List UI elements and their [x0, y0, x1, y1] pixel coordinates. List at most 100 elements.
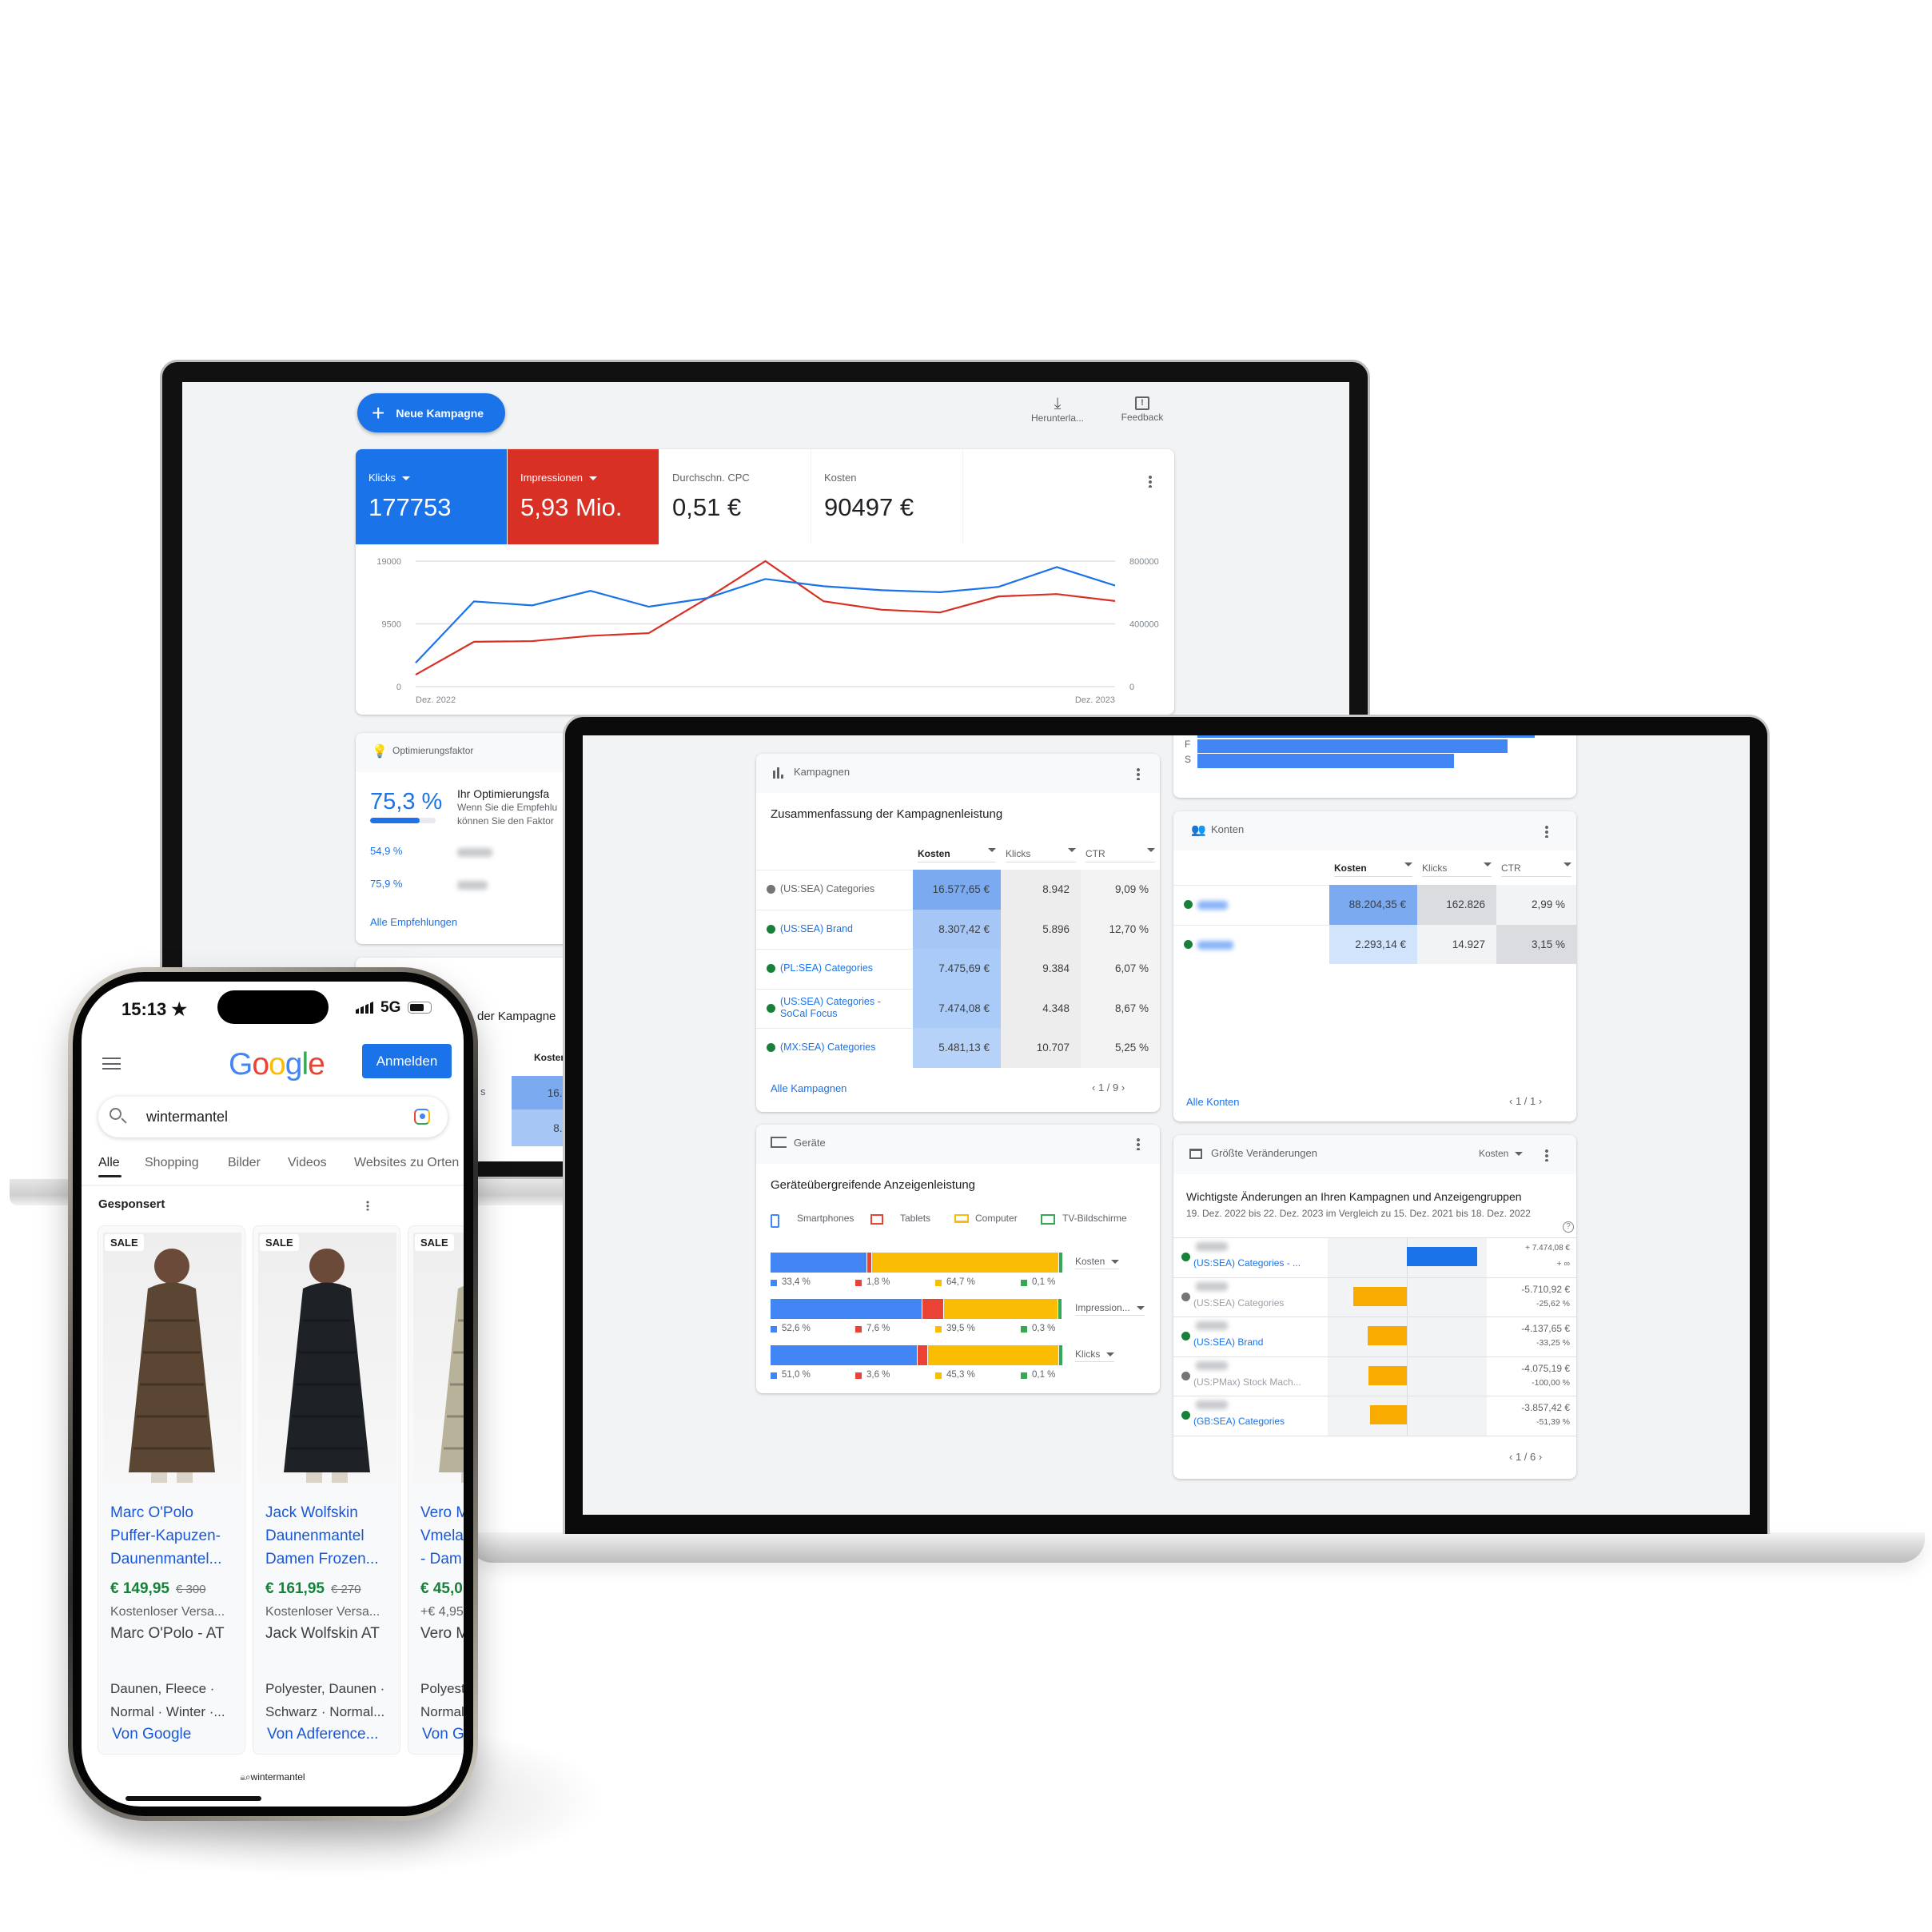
tab-alle[interactable]: Alle — [98, 1156, 120, 1170]
tab-videos[interactable]: Videos — [288, 1156, 327, 1170]
prev-page-icon[interactable]: ‹ — [1509, 1095, 1516, 1107]
url-bar[interactable]: 🔒︎⌕wintermantel — [82, 1761, 464, 1793]
cost-cell: 88.204,35 € — [1329, 885, 1417, 925]
product-title-link[interactable]: Vero M — [420, 1504, 464, 1522]
product-card[interactable]: SALE Marc O'Polo Puffer-Kapuzen- Daunenmant… — [98, 1225, 245, 1755]
account-score[interactable]: 54,9 % — [370, 845, 402, 857]
page-indicator: 1 / 9 — [1097, 1082, 1119, 1093]
sign-in-button[interactable]: Anmelden — [362, 1044, 452, 1078]
campaign-name-link[interactable]: (US:SEA) Categories — [780, 883, 908, 895]
search-bar[interactable]: wintermantel — [98, 1097, 448, 1137]
campaign-name-link[interactable]: (GB:SEA) Categories — [1193, 1416, 1285, 1427]
column-header-ctr[interactable]: CTR — [1501, 862, 1571, 877]
product-title-link[interactable]: Marc O'Polo — [110, 1504, 193, 1522]
campaign-name-link[interactable]: (US:SEA) Categories — [1193, 1297, 1284, 1309]
campaign-name-link[interactable]: (US:SEA) Categories - ... — [1193, 1257, 1301, 1269]
campaigns-card: Kampagnen Zusammenfassung der Kampagnenl… — [756, 754, 1160, 1112]
change-absolute: -3.857,42 € — [1521, 1402, 1570, 1414]
help-icon[interactable]: ? — [1563, 1221, 1574, 1233]
right-axis-tick: 400000 — [1129, 620, 1159, 630]
feedback-button[interactable]: ! Feedback — [1110, 395, 1174, 423]
google-lens-icon[interactable] — [414, 1109, 430, 1125]
product-image[interactable] — [413, 1233, 464, 1483]
more-options-icon[interactable] — [366, 1200, 369, 1211]
ctr-cell: 9,09 % — [1081, 870, 1160, 910]
change-bar — [1352, 1286, 1407, 1306]
device-bar-segment — [928, 1345, 1059, 1365]
left-axis-tick: 9500 — [382, 620, 401, 630]
card-title: Wichtigste Änderungen an Ihren Kampagnen… — [1186, 1190, 1522, 1203]
product-attributes: Polyester, Daunen · — [265, 1681, 385, 1696]
column-header-kosten[interactable]: Kosten — [918, 848, 996, 862]
product-title-link[interactable]: Puffer-Kapuzen- — [110, 1528, 221, 1545]
prev-page-icon[interactable]: ‹ — [1092, 1082, 1098, 1093]
tab-bilder[interactable]: Bilder — [228, 1156, 261, 1170]
optimization-text: können Sie den Faktor — [457, 815, 554, 827]
more-options-icon[interactable] — [1545, 825, 1548, 838]
next-page-icon[interactable]: › — [1118, 1082, 1125, 1093]
blurred-account-prefix — [1196, 1360, 1228, 1370]
product-title-link[interactable]: Daunenmantel — [265, 1528, 364, 1545]
product-source-link[interactable]: Von Adference... — [267, 1726, 378, 1743]
product-title-link[interactable]: Vmela — [420, 1528, 464, 1545]
product-image[interactable] — [103, 1233, 241, 1483]
campaign-name-link[interactable]: (US:SEA) Categories - SoCal Focus — [780, 996, 908, 1020]
next-page-icon[interactable]: › — [1536, 1095, 1542, 1107]
product-title-link[interactable]: - Dam — [420, 1551, 462, 1568]
bar-row — [1197, 735, 1535, 738]
column-header-klicks[interactable]: Klicks — [1422, 862, 1492, 877]
device-bar-segment — [866, 1253, 873, 1273]
all-campaigns-link[interactable]: Alle Kampagnen — [771, 1082, 846, 1094]
download-button[interactable]: ⤓ Herunterla... — [1022, 395, 1093, 424]
product-title-link[interactable]: Jack Wolfskin — [265, 1504, 358, 1522]
download-icon: ⤓ — [1054, 395, 1062, 412]
product-title-link[interactable]: Damen Frozen... — [265, 1551, 379, 1568]
home-indicator[interactable] — [125, 1796, 261, 1801]
more-options-icon[interactable] — [1137, 1137, 1140, 1150]
campaign-name-link[interactable]: (US:SEA) Brand — [1193, 1336, 1263, 1348]
product-shipping: +€ 4,95 — [420, 1605, 464, 1619]
product-image[interactable] — [258, 1233, 396, 1483]
metric-dropdown[interactable]: Impression... — [1075, 1302, 1145, 1316]
change-absolute: -5.710,92 € — [1521, 1283, 1570, 1295]
menu-icon[interactable] — [102, 1058, 121, 1070]
more-options-icon[interactable] — [1137, 767, 1140, 780]
legend-square — [935, 1326, 942, 1332]
device-share-label: 0,3 % — [1032, 1324, 1056, 1333]
product-source-link[interactable]: Von Google — [112, 1726, 191, 1743]
all-accounts-link[interactable]: Alle Konten — [1186, 1096, 1240, 1108]
column-header-kosten[interactable]: Kosten — [1334, 862, 1412, 877]
product-source-link[interactable]: Von G — [422, 1726, 464, 1743]
campaign-name-link[interactable]: (US:PMax) Stock Mach... — [1193, 1376, 1301, 1388]
product-card[interactable]: SALE Vero M Vmela - Dam € 45,0 +€ 4,95 Vero M P… — [408, 1225, 464, 1755]
add-window-icon — [1189, 1149, 1202, 1159]
phone-screen: 15:13 ★ 5G Google Anmelden wintermantel … — [82, 982, 464, 1807]
blurred-account-link[interactable] — [1197, 901, 1228, 910]
more-options-icon[interactable] — [1545, 1149, 1548, 1161]
all-recommendations-link[interactable]: Alle Empfehlungen — [370, 916, 457, 928]
clicks-cell: 5.896 — [1001, 909, 1081, 949]
campaign-name-link[interactable]: (MX:SEA) Categories — [780, 1042, 908, 1054]
next-page-icon[interactable]: › — [1536, 1451, 1542, 1463]
campaign-name-link[interactable]: (PL:SEA) Categories — [780, 962, 908, 974]
search-input[interactable]: wintermantel — [146, 1109, 228, 1125]
tab-shopping[interactable]: Shopping — [145, 1156, 199, 1170]
product-title-link[interactable]: Daunenmantel... — [110, 1551, 221, 1568]
product-card[interactable]: SALE Jack Wolfskin Daunenmantel Damen Froze… — [253, 1225, 400, 1755]
tab-websites-zu-orten[interactable]: Websites zu Orten — [354, 1156, 459, 1170]
campaign-name-link[interactable]: (US:SEA) Brand — [780, 923, 908, 935]
column-header-kosten[interactable]: Kosten — [534, 1052, 567, 1063]
metric-dropdown[interactable]: Kosten — [1479, 1148, 1523, 1159]
new-campaign-button[interactable]: + Neue Kampagne — [357, 393, 505, 432]
metric-dropdown[interactable]: Klicks — [1075, 1348, 1115, 1362]
column-header-ctr[interactable]: CTR — [1086, 848, 1155, 862]
column-header-klicks[interactable]: Klicks — [1006, 848, 1076, 862]
ctr-cell: 5,25 % — [1081, 1028, 1160, 1068]
metric-dropdown[interactable]: Kosten — [1075, 1256, 1120, 1269]
active-status-dot — [767, 1003, 775, 1013]
ctr-cell: 6,07 % — [1081, 949, 1160, 989]
blurred-account-link[interactable] — [1197, 940, 1233, 950]
account-score[interactable]: 75,9 % — [370, 878, 402, 890]
legend-square — [771, 1372, 777, 1379]
prev-page-icon[interactable]: ‹ — [1509, 1451, 1516, 1463]
